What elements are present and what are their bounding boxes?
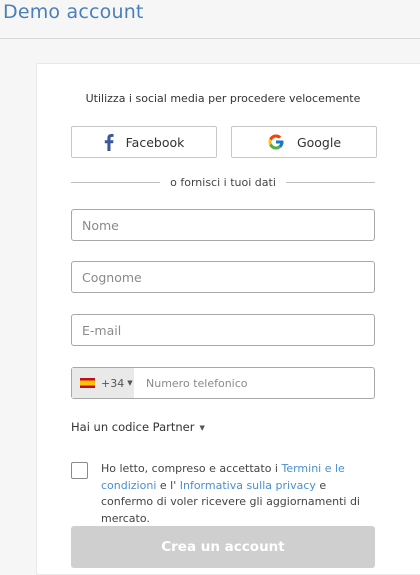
- create-account-button[interactable]: Crea un account: [71, 526, 375, 568]
- caret-down-icon: ▼: [199, 423, 205, 432]
- page-title: Demo account: [3, 1, 144, 23]
- phone-field-group: +34 ▼: [71, 367, 375, 399]
- consent-checkbox[interactable]: [71, 462, 88, 479]
- country-code-select[interactable]: +34 ▼: [72, 368, 134, 398]
- facebook-icon: [104, 133, 114, 151]
- divider-line-right: [285, 182, 376, 183]
- consent-text: Ho letto, compreso e accettato i Termini…: [101, 461, 375, 527]
- consent-text-part-1: Ho letto, compreso e accettato i: [101, 462, 282, 475]
- facebook-label: Facebook: [125, 134, 185, 150]
- spain-flag-icon: [80, 378, 95, 388]
- privacy-link[interactable]: Informativa sulla privacy: [180, 479, 316, 492]
- google-icon: [267, 133, 285, 151]
- page-header: Demo account: [0, 0, 420, 39]
- divider-text: o fornisci i tuoi dati: [170, 176, 276, 189]
- country-code: +34: [101, 376, 125, 390]
- phone-input[interactable]: [134, 368, 374, 398]
- last-name-input[interactable]: [71, 261, 375, 293]
- chevron-down-icon: ▼: [127, 379, 133, 387]
- divider-line-left: [71, 182, 161, 183]
- partner-code-toggle[interactable]: Hai un codice Partner ▼: [71, 420, 205, 434]
- google-login-button[interactable]: Google: [231, 126, 377, 158]
- partner-code-label: Hai un codice Partner: [71, 420, 195, 434]
- or-divider: o fornisci i tuoi dati: [71, 176, 376, 189]
- consent-text-part-2: e l': [156, 478, 180, 492]
- google-label: Google: [296, 134, 342, 150]
- social-login-title: Utilizza i social media per procedere ve…: [85, 92, 361, 105]
- facebook-login-button[interactable]: Facebook: [71, 126, 217, 158]
- email-input[interactable]: [71, 314, 375, 346]
- first-name-input[interactable]: [71, 209, 375, 241]
